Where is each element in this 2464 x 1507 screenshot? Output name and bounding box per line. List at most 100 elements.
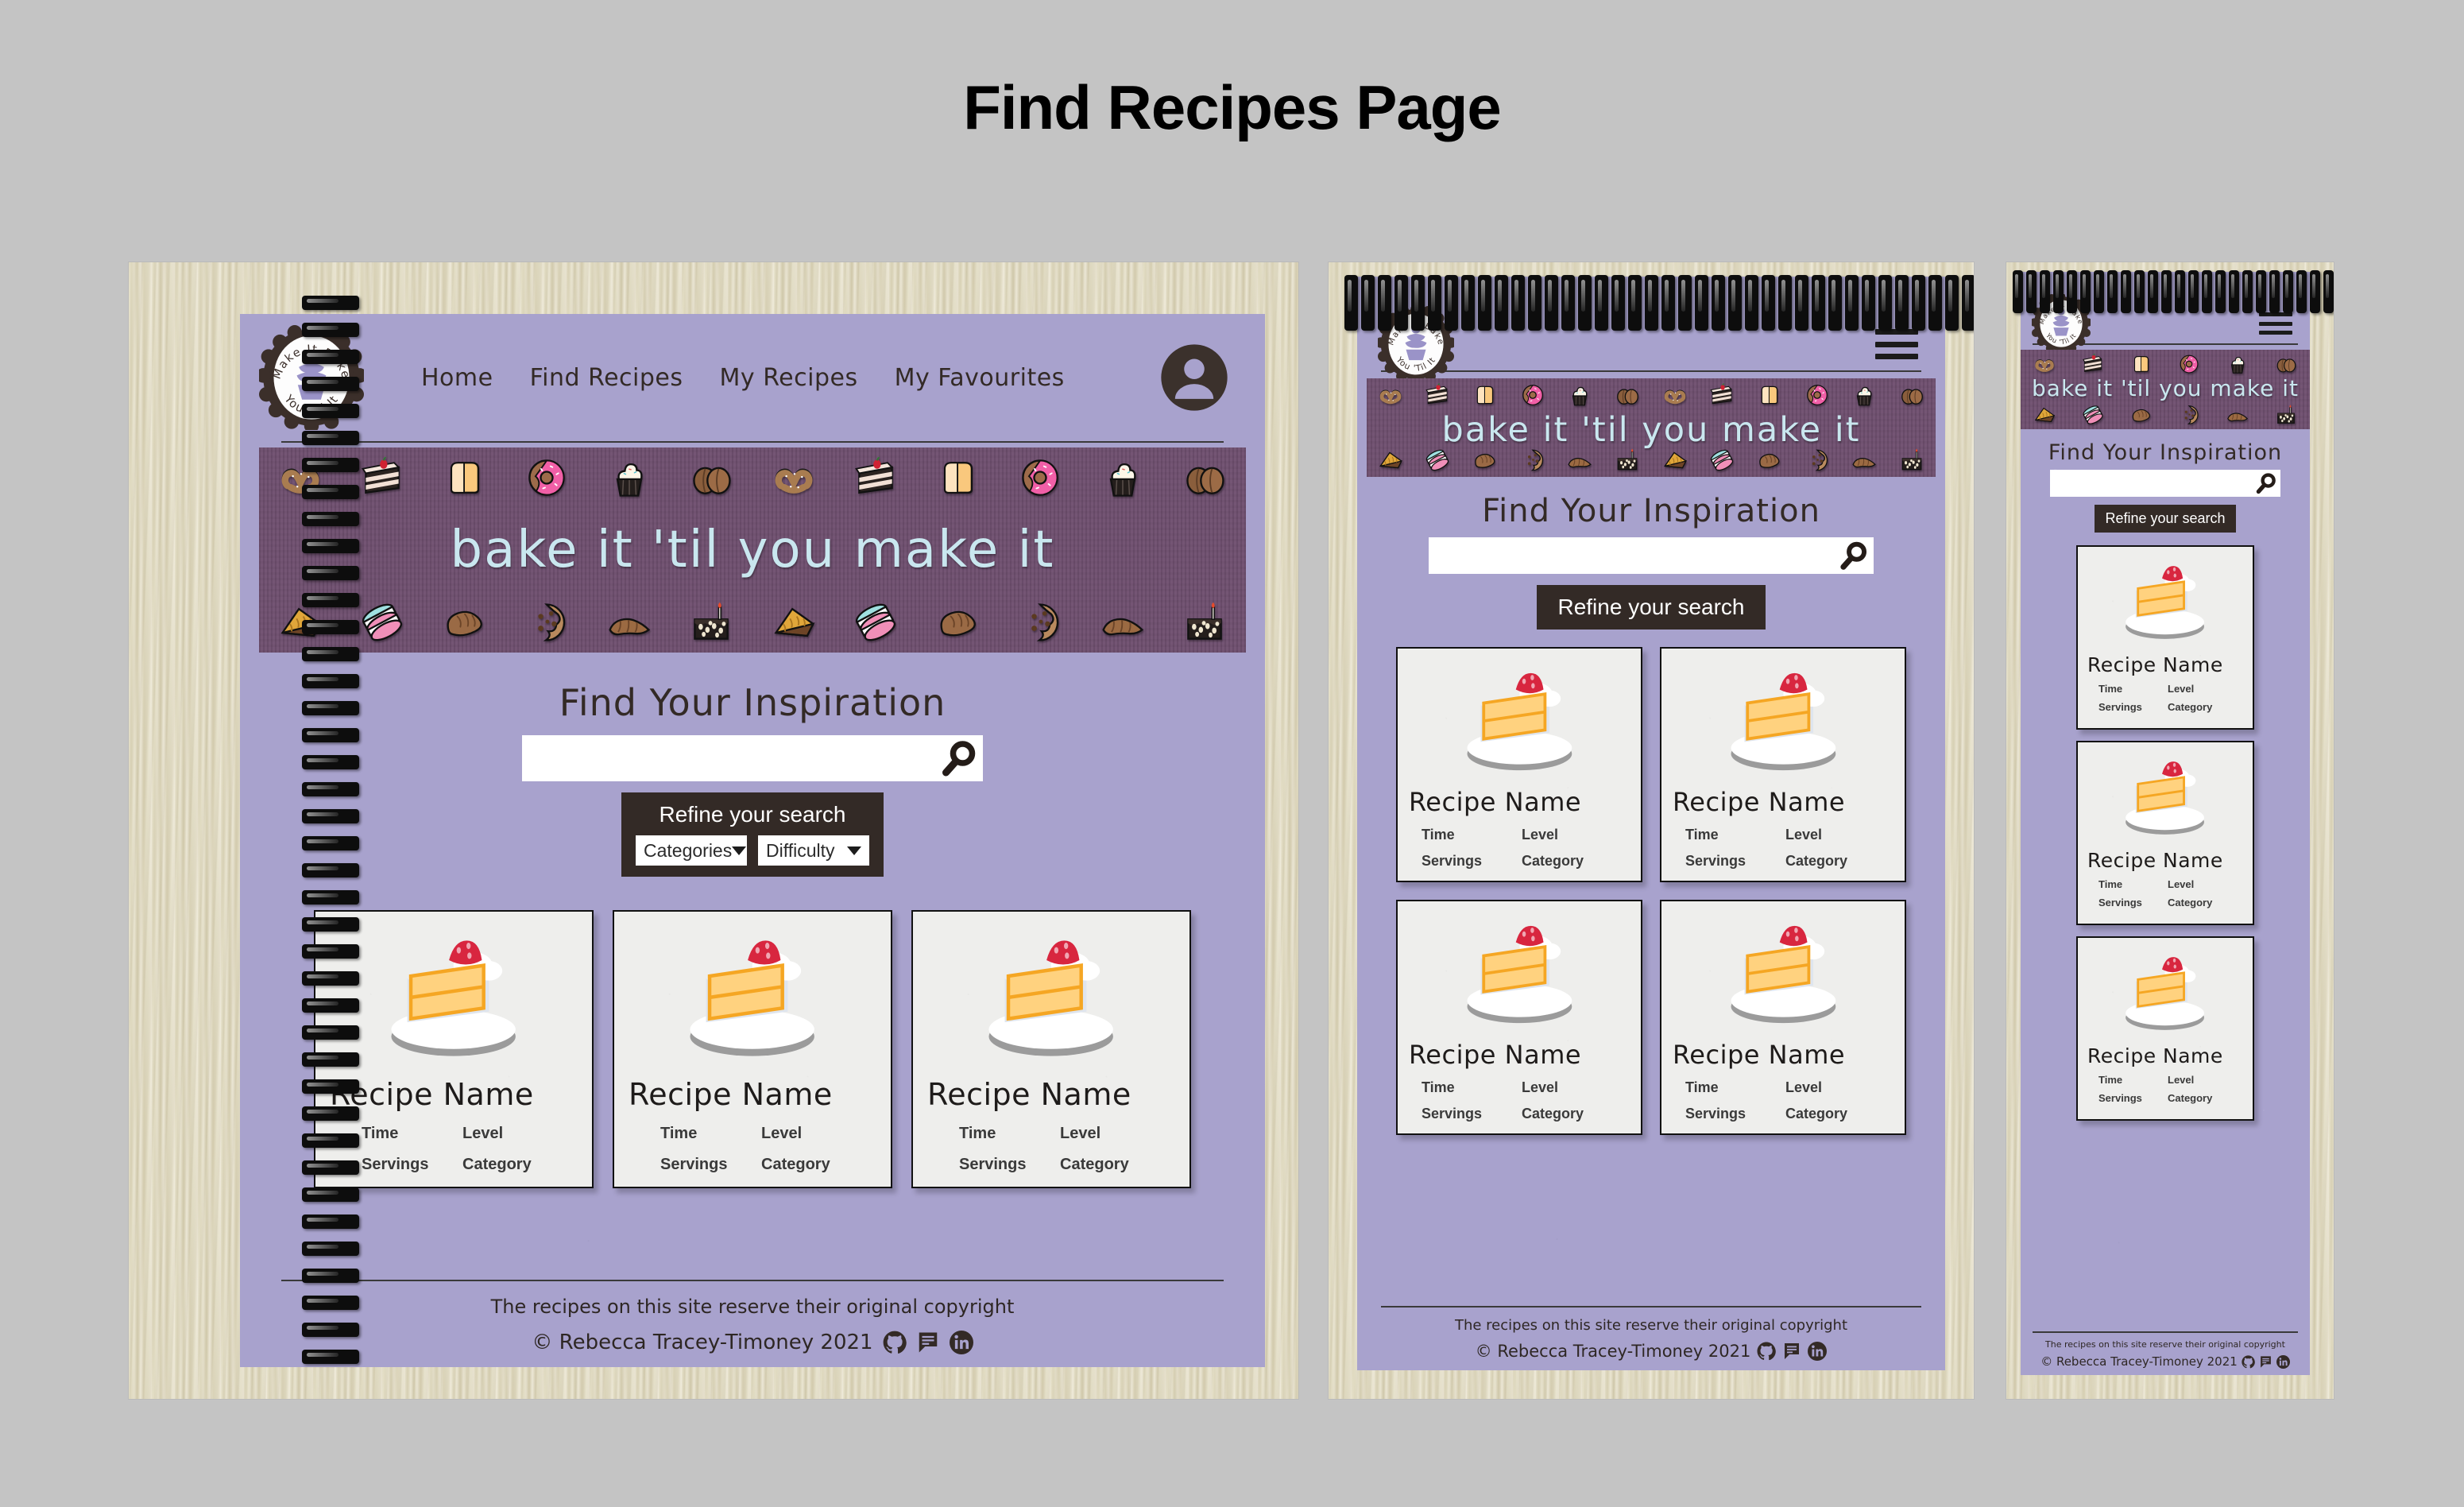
find-inspiration-heading: Find Your Inspiration (2048, 440, 2283, 465)
meta-time: Time (660, 1125, 698, 1142)
nav-item-find-recipes[interactable]: Find Recipes (530, 364, 683, 392)
footer-divider (2032, 1331, 2299, 1333)
linkedin-icon[interactable] (949, 1331, 973, 1354)
pretzel-icon (2033, 352, 2056, 376)
meta-time: Time (959, 1125, 996, 1142)
search-box[interactable] (1429, 537, 1874, 574)
macaron-icon (1708, 447, 1735, 474)
recipe-card-title: Recipe Name (1673, 1040, 1846, 1070)
account-avatar-icon[interactable] (1160, 343, 1228, 412)
search-box[interactable] (522, 735, 983, 781)
meta-time: Time (1685, 1079, 1719, 1095)
burger-line (2259, 312, 2292, 316)
meta-level: Level (462, 1125, 504, 1142)
recipe-card[interactable]: Recipe Name Time Level Servings Category (1660, 900, 1906, 1135)
recipe-card-meta: Time Level Servings Category (1409, 827, 1630, 870)
make-it-bake-it-logo[interactable]: Make It Bake You 'Til It (2032, 294, 2091, 353)
recipe-card-title: Recipe Name (2087, 653, 2223, 676)
refine-row: Refine your search Categories Difficulty (240, 792, 1265, 877)
nav-item-home[interactable]: Home (421, 364, 493, 392)
hamburger-menu-icon[interactable] (1875, 329, 1918, 359)
meta-level: Level (1785, 827, 1823, 843)
site-header: Make It Bake You 'Til It (2021, 272, 2310, 353)
recipe-card[interactable]: Recipe Name Time Level Servings Category (1396, 647, 1642, 882)
nav-item-my-recipes[interactable]: My Recipes (720, 364, 858, 392)
refine-search-button[interactable]: Refine your search (2095, 505, 2236, 533)
slack-icon[interactable] (2259, 1355, 2273, 1369)
meta-servings: Servings (1685, 1106, 1746, 1122)
magnifier-icon[interactable] (2255, 472, 2277, 494)
refine-row: Refine your search (2021, 505, 2310, 533)
meta-category: Category (2168, 1092, 2213, 1104)
layer-cake-slice-icon (2081, 352, 2105, 376)
search-box[interactable] (2050, 470, 2280, 497)
categories-label: Categories (644, 839, 733, 861)
recipe-card[interactable]: Recipe Name Time Level Servings Category (314, 910, 594, 1188)
hamburger-menu-icon[interactable] (2259, 312, 2292, 335)
categories-dropdown[interactable]: Categories (636, 835, 747, 866)
linkedin-icon[interactable] (1808, 1342, 1828, 1361)
search-input[interactable] (1438, 546, 1839, 565)
footer-credit: © Rebecca Tracey-Timoney 2021 (532, 1331, 873, 1354)
pretzel-icon (770, 454, 818, 502)
spiral-ring (1962, 275, 1974, 331)
recipe-card[interactable]: Recipe Name Time Level Servings Category (911, 910, 1191, 1188)
recipe-card[interactable]: Recipe Name Time Level Servings Category (2076, 936, 2254, 1121)
cake-slice-illustration (629, 923, 876, 1074)
donut-icon (523, 454, 571, 502)
recipe-card-title: Recipe Name (1409, 1040, 1582, 1070)
burger-line (1875, 329, 1918, 335)
recipe-card[interactable]: Recipe Name Time Level Servings Category (1660, 647, 1906, 882)
difficulty-dropdown[interactable]: Difficulty (758, 835, 869, 866)
layer-cake-slice-icon (852, 454, 899, 502)
site-footer: The recipes on this site reserve their o… (240, 1280, 1265, 1367)
magnifier-icon[interactable] (940, 739, 978, 777)
footer-credit: © Rebecca Tracey-Timoney 2021 (1475, 1342, 1751, 1361)
meta-time: Time (1422, 827, 1455, 843)
meta-category: Category (761, 1156, 830, 1173)
recipe-card[interactable]: Recipe Name Time Level Servings Category (613, 910, 892, 1188)
recipe-card[interactable]: Recipe Name Time Level Servings Category (2076, 741, 2254, 925)
search-input[interactable] (533, 747, 940, 769)
mobile-page-surface: Make It Bake You 'Til It bake it 'til yo… (2021, 272, 2310, 1375)
recipe-card-title: Recipe Name (629, 1077, 833, 1112)
slack-icon[interactable] (1782, 1342, 1801, 1361)
recipe-card-meta: Time Level Servings Category (330, 1125, 578, 1174)
recipe-card[interactable]: Recipe Name Time Level Servings Category (1396, 900, 1642, 1135)
footer-credit: © Rebecca Tracey-Timoney 2021 (2040, 1354, 2238, 1369)
spiral-ring (1945, 275, 1959, 331)
linkedin-icon[interactable] (2276, 1354, 2290, 1369)
spiral-ring (2310, 270, 2320, 313)
refine-search-panel[interactable]: Refine your search Categories Difficulty (621, 792, 884, 877)
meta-level: Level (761, 1125, 803, 1142)
meta-category: Category (1060, 1156, 1129, 1173)
make-it-bake-it-logo[interactable]: Make It Bake You 'Til It (259, 325, 364, 430)
make-it-bake-it-logo[interactable]: Make It Bake You 'Til It (1378, 306, 1454, 382)
cake-slice-illustration (927, 923, 1175, 1074)
donut-icon (1519, 382, 1546, 409)
cupcake-icon (605, 454, 653, 502)
magnifier-icon[interactable] (1839, 540, 1869, 571)
donut-icon (1804, 382, 1831, 409)
birthday-cake-icon (2274, 403, 2298, 427)
github-icon[interactable] (1757, 1342, 1777, 1361)
slack-icon[interactable] (916, 1331, 940, 1354)
difficulty-label: Difficulty (766, 839, 835, 861)
pretzel-icon (277, 454, 324, 502)
pie-slice-icon (1377, 447, 1404, 474)
recipe-card[interactable]: Recipe Name Time Level Servings Category (2076, 545, 2254, 730)
banner-icons-top (2021, 352, 2310, 376)
header-divider (280, 441, 1224, 443)
github-icon[interactable] (883, 1331, 907, 1354)
refine-row: Refine your search (1357, 585, 1945, 630)
cupcake-icon (1851, 382, 1878, 409)
bread-loaf-icon (1756, 447, 1783, 474)
pie-slice-icon (1661, 447, 1688, 474)
github-icon[interactable] (2242, 1354, 2255, 1369)
search-input[interactable] (2056, 476, 2255, 490)
banner-icons-top (1367, 382, 1936, 409)
recipe-card-title: Recipe Name (1673, 787, 1846, 817)
copyright-notice: The recipes on this site reserve their o… (1454, 1317, 1848, 1334)
nav-item-my-favourites[interactable]: My Favourites (895, 364, 1065, 392)
refine-search-button[interactable]: Refine your search (1537, 585, 1766, 630)
